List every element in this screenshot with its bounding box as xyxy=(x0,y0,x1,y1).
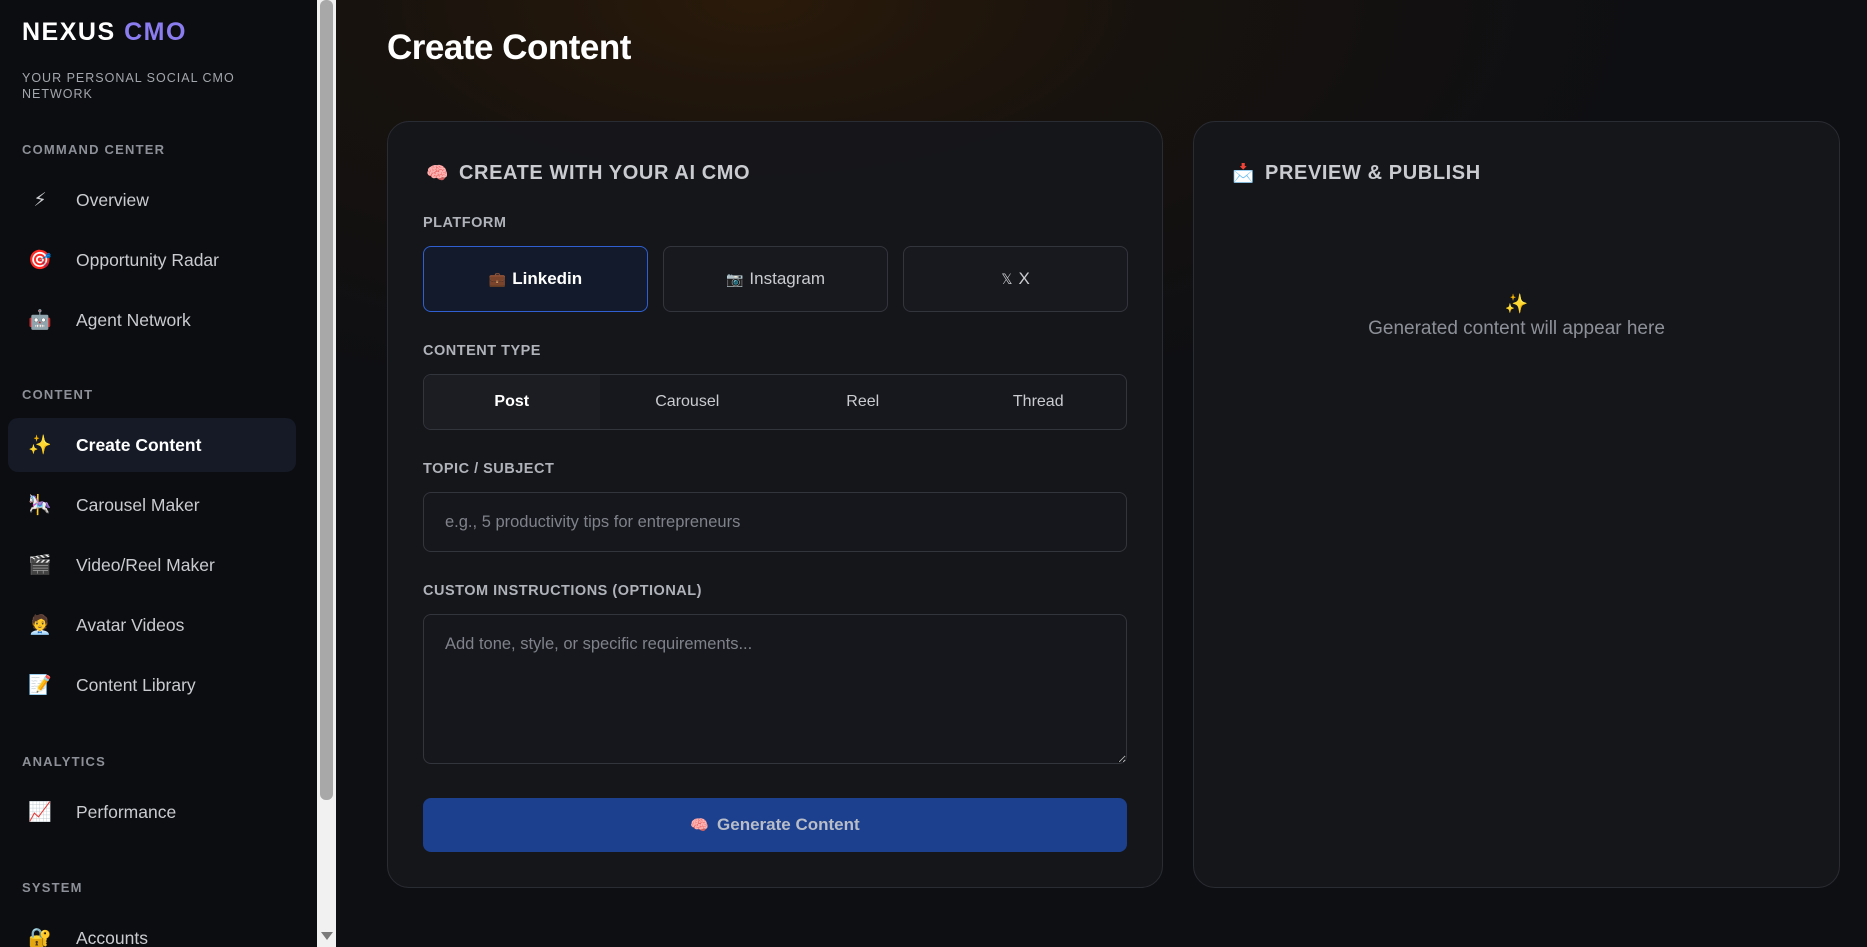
sidebar-item-label: Performance xyxy=(76,801,177,822)
preview-empty-message: Generated content will appear here xyxy=(1368,318,1665,339)
scroll-down-arrow-icon[interactable] xyxy=(321,932,333,940)
camera-icon: 📷 xyxy=(725,270,744,287)
sidebar-item-agent-network[interactable]: 🤖 Agent Network xyxy=(8,293,296,347)
create-card-title: 🧠 CREATE WITH YOUR AI CMO xyxy=(426,162,750,185)
generate-content-label: Generate Content xyxy=(717,815,860,834)
sidebar-item-label: Video/Reel Maker xyxy=(76,554,215,575)
sidebar-item-label: Create Content xyxy=(76,434,202,455)
robot-icon: 🤖 xyxy=(28,309,52,331)
preview-card-title-text: PREVIEW & PUBLISH xyxy=(1265,162,1481,184)
section-label-command-center: COMMAND CENTER xyxy=(22,142,166,157)
sidebar-item-carousel-maker[interactable]: 🎠 Carousel Maker xyxy=(8,478,296,532)
brand-logo[interactable]: NEXUS CMO xyxy=(22,18,187,47)
sidebar-item-performance[interactable]: 📈 Performance xyxy=(8,785,296,839)
page-title: Create Content xyxy=(387,28,631,67)
sidebar-item-label: Accounts xyxy=(76,927,148,947)
platform-linkedin-button[interactable]: 💼 Linkedin xyxy=(423,246,648,312)
sidebar-item-label: Agent Network xyxy=(76,309,191,330)
instructions-label: CUSTOM INSTRUCTIONS (OPTIONAL) xyxy=(423,583,702,599)
envelope-inbox-icon: 📩 xyxy=(1232,163,1256,183)
content-type-carousel[interactable]: Carousel xyxy=(600,375,776,429)
content-type-selector: Post Carousel Reel Thread xyxy=(423,374,1127,430)
content-type-reel[interactable]: Reel xyxy=(775,375,951,429)
brand-tagline: YOUR PERSONAL SOCIAL CMO NETWORK xyxy=(22,71,235,101)
create-card: 🧠 CREATE WITH YOUR AI CMO PLATFORM 💼 Lin… xyxy=(387,121,1163,888)
platform-instagram-button[interactable]: 📷 Instagram xyxy=(663,246,888,312)
preview-card: 📩 PREVIEW & PUBLISH ✨ Generated content … xyxy=(1193,121,1840,888)
sidebar-item-label: Avatar Videos xyxy=(76,614,185,635)
content-type-thread[interactable]: Thread xyxy=(951,375,1127,429)
sidebar-item-create-content[interactable]: ✨ Create Content xyxy=(8,418,296,472)
brain-icon: 🧠 xyxy=(690,817,710,834)
clapperboard-icon: 🎬 xyxy=(28,554,52,576)
sidebar-item-content-library[interactable]: 📝 Content Library xyxy=(8,658,296,712)
memo-icon: 📝 xyxy=(28,674,52,696)
x-logo-icon: 𝕏 xyxy=(1001,270,1013,287)
sidebar-item-label: Carousel Maker xyxy=(76,494,200,515)
main-content: Create Content 🧠 CREATE WITH YOUR AI CMO… xyxy=(336,0,1867,947)
platform-label-text: Instagram xyxy=(749,269,826,288)
platform-label-text: Linkedin xyxy=(512,269,583,288)
lock-key-icon: 🔐 xyxy=(28,927,52,947)
sidebar-item-opportunity-radar[interactable]: 🎯 Opportunity Radar xyxy=(8,233,296,287)
sidebar-item-overview[interactable]: ⚡ Overview xyxy=(8,173,296,227)
sparkles-icon: ✨ xyxy=(1504,294,1529,315)
topic-label: TOPIC / SUBJECT xyxy=(423,461,555,477)
content-type-label: CONTENT TYPE xyxy=(423,343,541,359)
brand-primary: NEXUS xyxy=(22,18,116,46)
target-icon: 🎯 xyxy=(28,249,52,271)
sparkles-icon: ✨ xyxy=(28,434,52,456)
sidebar-item-avatar-videos[interactable]: 🧑‍💼 Avatar Videos xyxy=(8,598,296,652)
topic-input[interactable] xyxy=(423,492,1127,552)
chart-increasing-icon: 📈 xyxy=(28,801,52,823)
platform-label-text: X xyxy=(1018,269,1030,288)
sidebar-item-accounts[interactable]: 🔐 Accounts xyxy=(8,911,296,947)
generate-content-button[interactable]: 🧠 Generate Content xyxy=(423,798,1127,852)
sidebar-item-video-reel-maker[interactable]: 🎬 Video/Reel Maker xyxy=(8,538,296,592)
platform-x-button[interactable]: 𝕏 X xyxy=(903,246,1128,312)
brain-icon: 🧠 xyxy=(426,163,450,183)
preview-card-title: 📩 PREVIEW & PUBLISH xyxy=(1232,162,1481,185)
section-label-analytics: ANALYTICS xyxy=(22,754,106,769)
section-label-system: SYSTEM xyxy=(22,880,83,895)
content-type-post[interactable]: Post xyxy=(424,375,600,429)
preview-empty-state: ✨ Generated content will appear here xyxy=(1194,292,1839,340)
carousel-horse-icon: 🎠 xyxy=(28,494,52,516)
custom-instructions-textarea[interactable] xyxy=(423,614,1127,764)
section-label-content: CONTENT xyxy=(22,387,94,402)
create-card-title-text: CREATE WITH YOUR AI CMO xyxy=(459,162,751,184)
sidebar-item-label: Opportunity Radar xyxy=(76,249,219,270)
lightning-icon: ⚡ xyxy=(33,189,47,211)
sidebar-item-label: Content Library xyxy=(76,674,196,695)
sidebar-item-label: Overview xyxy=(76,189,149,210)
brand-accent: CMO xyxy=(124,18,187,46)
person-avatar-icon: 🧑‍💼 xyxy=(28,614,52,636)
platform-label: PLATFORM xyxy=(423,215,507,231)
briefcase-icon: 💼 xyxy=(488,270,507,287)
sidebar: NEXUS CMO YOUR PERSONAL SOCIAL CMO NETWO… xyxy=(0,0,317,947)
sidebar-scrollbar-thumb[interactable] xyxy=(320,0,333,800)
